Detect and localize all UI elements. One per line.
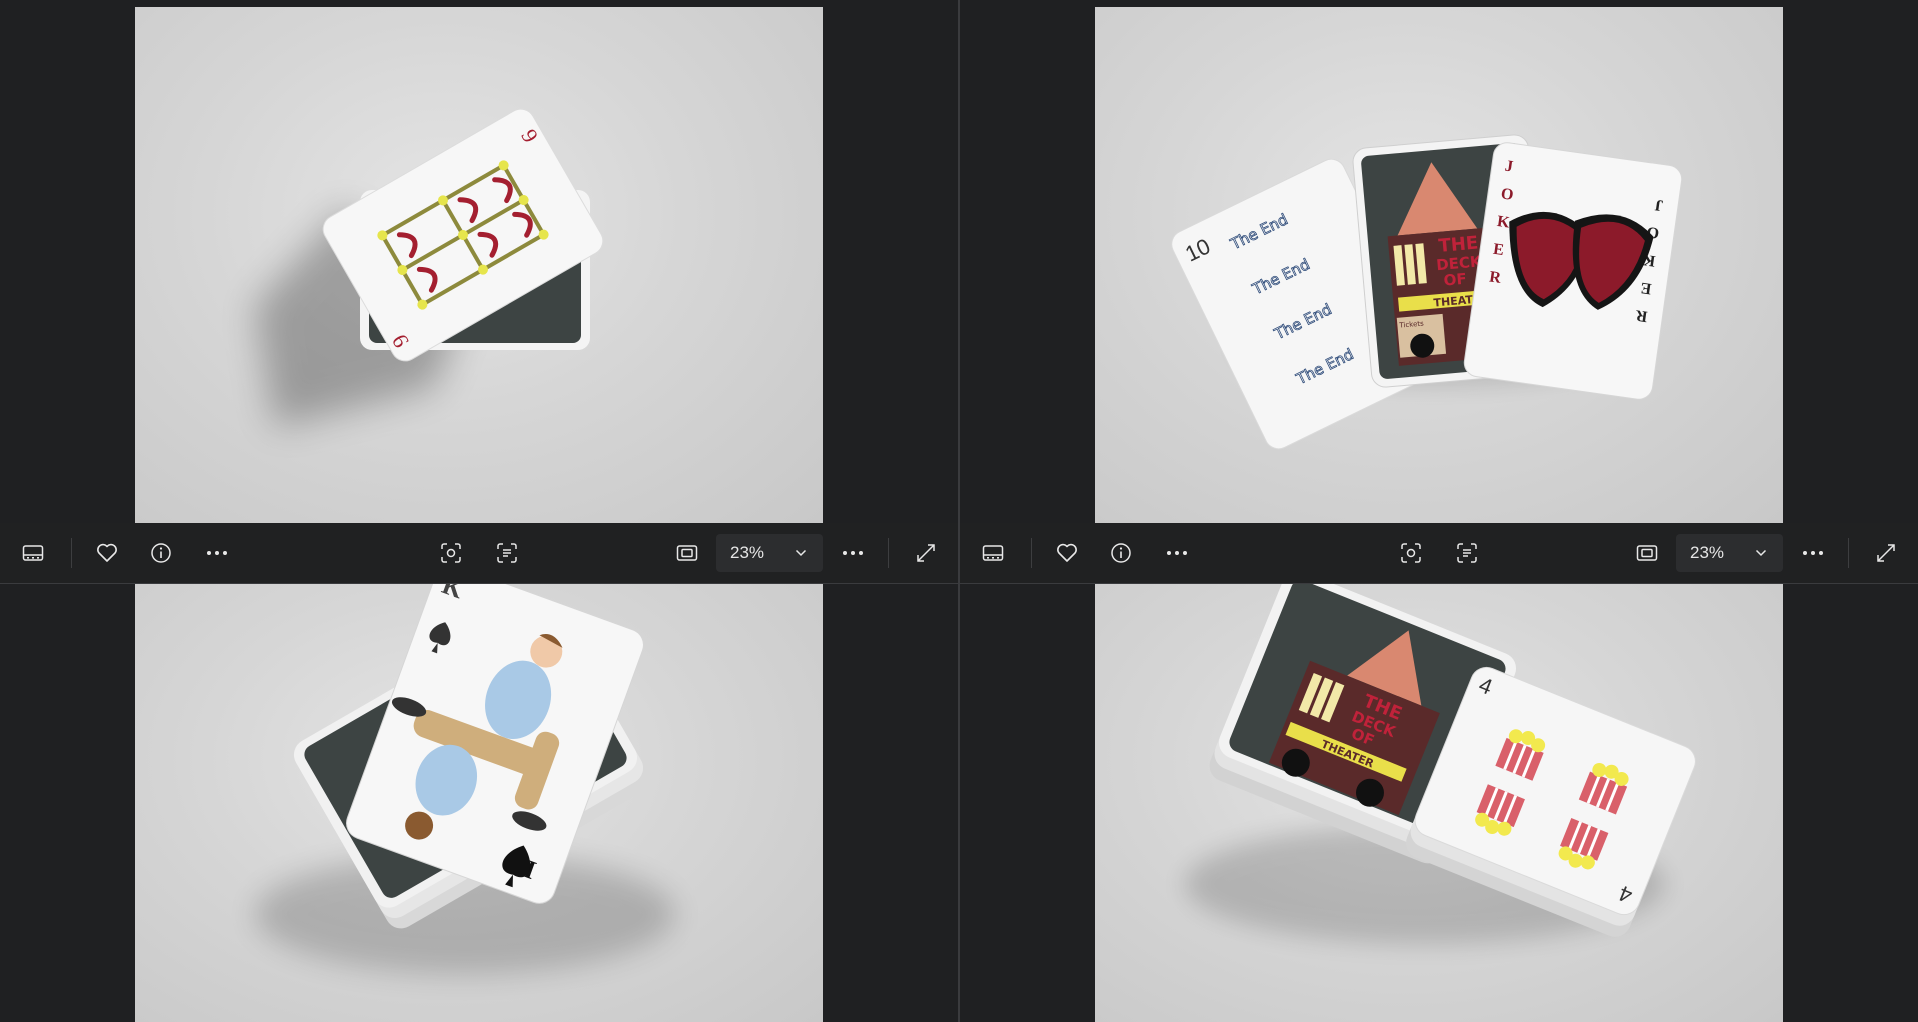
chevron-down-icon	[795, 549, 807, 557]
filmstrip-icon	[982, 545, 1004, 561]
svg-text:OF: OF	[1443, 270, 1467, 290]
zoom-value: 23%	[1690, 543, 1725, 562]
expand-icon	[917, 544, 935, 562]
more-options-button[interactable]	[1157, 533, 1197, 573]
toolbar-separator	[71, 538, 72, 568]
text-scan-icon	[1457, 543, 1477, 563]
heart-icon	[97, 543, 117, 562]
more-icon	[1803, 551, 1823, 555]
photo-king-of-spades[interactable]: K K	[135, 584, 823, 1022]
more-options-button[interactable]	[833, 533, 873, 573]
toolbar-top-right: 23%	[960, 523, 1918, 583]
info-icon	[151, 543, 171, 563]
more-icon	[207, 551, 227, 555]
photo-fanned-cards[interactable]: 10 The End The End The End The End THE D…	[1095, 7, 1783, 523]
text-scan-button[interactable]	[1447, 533, 1487, 573]
toolbar-separator	[1031, 538, 1032, 568]
toolbar-top-left: 23%	[0, 523, 958, 583]
visual-search-button[interactable]	[1391, 533, 1431, 573]
favorite-button[interactable]	[1047, 533, 1087, 573]
filmstrip-button[interactable]	[13, 533, 53, 573]
text-scan-button[interactable]	[487, 533, 527, 573]
info-button[interactable]	[1101, 533, 1141, 573]
zoom-dropdown[interactable]: 23%	[1676, 534, 1783, 572]
chevron-down-icon	[1755, 549, 1767, 557]
visual-search-icon	[441, 543, 461, 563]
heart-icon	[1057, 543, 1077, 562]
pane-divider-vertical	[958, 0, 960, 1022]
zoom-value: 23%	[730, 543, 765, 562]
favorite-button[interactable]	[87, 533, 127, 573]
pane-top-left: 9 9 23%	[0, 0, 958, 583]
pane-bottom-right: THE DECK OF THEATER 4 4	[960, 584, 1918, 1022]
visual-search-icon	[1401, 543, 1421, 563]
more-options-button[interactable]	[1793, 533, 1833, 573]
svg-text:O: O	[1500, 185, 1515, 204]
photo-two-decks[interactable]: THE DECK OF THEATER 4 4	[1095, 584, 1783, 1022]
joker-card: J O K E R J O K E R	[1463, 142, 1683, 400]
photo-viewer-grid: 9 9 23% 10 The End The End The End The E…	[0, 0, 1918, 1022]
fit-icon	[1636, 545, 1658, 561]
photo-nine-of-hearts[interactable]: 9 9	[135, 7, 823, 523]
pane-top-right: 10 The End The End The End The End THE D…	[960, 0, 1918, 583]
pane-divider-horizontal	[0, 583, 1918, 584]
filmstrip-icon	[22, 545, 44, 561]
more-icon	[843, 551, 863, 555]
expand-button[interactable]	[906, 533, 946, 573]
fit-to-window-button[interactable]	[1627, 533, 1667, 573]
info-icon	[1111, 543, 1131, 563]
fit-icon	[676, 545, 698, 561]
toolbar-separator	[888, 538, 889, 568]
toolbar-separator	[1848, 538, 1849, 568]
filmstrip-button[interactable]	[973, 533, 1013, 573]
expand-icon	[1877, 544, 1895, 562]
expand-button[interactable]	[1866, 533, 1906, 573]
zoom-dropdown[interactable]: 23%	[716, 534, 823, 572]
fit-to-window-button[interactable]	[667, 533, 707, 573]
text-scan-icon	[497, 543, 517, 563]
pane-bottom-left: K K	[0, 584, 958, 1022]
more-options-button[interactable]	[197, 533, 237, 573]
visual-search-button[interactable]	[431, 533, 471, 573]
more-icon	[1167, 551, 1187, 555]
info-button[interactable]	[141, 533, 181, 573]
